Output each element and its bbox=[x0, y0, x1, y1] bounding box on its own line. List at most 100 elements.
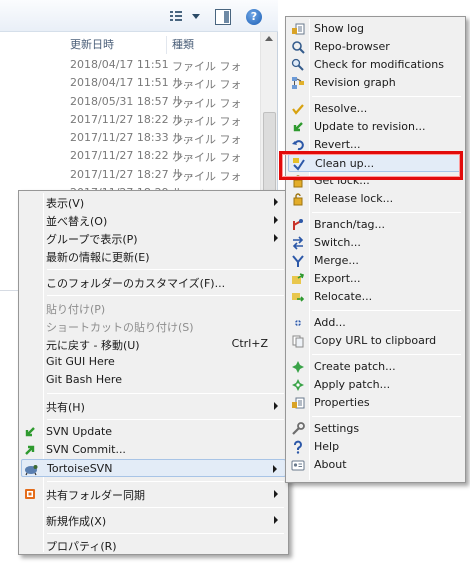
menu-item-add[interactable]: Add... bbox=[288, 314, 463, 332]
revision-graph-icon bbox=[292, 77, 304, 89]
show-log-icon bbox=[292, 23, 305, 35]
merge-icon bbox=[292, 255, 304, 267]
revert-icon bbox=[292, 140, 304, 151]
menu-item-copy-url[interactable]: Copy URL to clipboard bbox=[288, 332, 463, 350]
menu-item-label: 新規作成(X) bbox=[46, 515, 107, 528]
apply-patch-icon bbox=[292, 379, 304, 391]
change-view-button[interactable] bbox=[168, 9, 202, 25]
column-header-type[interactable]: 種類 bbox=[172, 36, 194, 54]
help-icon[interactable]: ? bbox=[246, 9, 262, 25]
menu-item-properties[interactable]: プロパティ(R) bbox=[21, 536, 286, 554]
file-date: 2017/11/27 18:22 bbox=[70, 149, 169, 163]
menu-item-svn-commit[interactable]: SVN Commit... bbox=[21, 441, 286, 459]
menu-item-properties[interactable]: Properties bbox=[288, 394, 463, 412]
file-row[interactable]: 2017/11/27 18:22 ファイル フォル... bbox=[0, 111, 260, 144]
menu-item-revision-graph[interactable]: Revision graph bbox=[288, 74, 463, 92]
file-row[interactable]: 2018/05/31 18:57 ファイル フォル... bbox=[0, 93, 260, 126]
menu-item-help[interactable]: Help bbox=[288, 438, 463, 456]
explorer-context-menu: 表示(V) 並べ替え(O) グループで表示(P) 最新の情報に更新(E) このフ… bbox=[18, 190, 289, 555]
menu-item-sync-shared-folder[interactable]: 共有フォルダー同期 bbox=[21, 485, 286, 503]
menu-item-label: 共有フォルダー同期 bbox=[46, 489, 145, 502]
help-icon bbox=[294, 440, 302, 454]
menu-item-label: Copy URL to clipboard bbox=[314, 334, 437, 347]
menu-item-share[interactable]: 共有(H) bbox=[21, 397, 286, 415]
menu-item-tortoisesvn[interactable]: TortoiseSVN bbox=[21, 459, 286, 477]
branch-tag-icon bbox=[293, 219, 303, 230]
explorer-toolbar: ? bbox=[0, 0, 278, 32]
create-patch-icon bbox=[292, 361, 304, 373]
submenu-arrow-icon bbox=[274, 198, 278, 206]
menu-item-merge[interactable]: Merge... bbox=[288, 252, 463, 270]
file-row[interactable]: 2018/04/17 11:51 ファイル フォル... bbox=[0, 56, 260, 89]
menu-item-settings[interactable]: Settings bbox=[288, 420, 463, 438]
preview-pane-button[interactable] bbox=[215, 9, 231, 25]
switch-icon bbox=[292, 236, 304, 250]
submenu-arrow-icon bbox=[273, 465, 277, 473]
details-view-icon bbox=[170, 11, 182, 21]
menu-item-label: Help bbox=[314, 440, 340, 453]
menu-item-new[interactable]: 新規作成(X) bbox=[21, 511, 286, 529]
menu-item-label: 最新の情報に更新(E) bbox=[46, 251, 150, 264]
menu-item-label: Check for modifications bbox=[314, 58, 444, 71]
menu-item-label: Git Bash Here bbox=[46, 373, 122, 386]
menu-item-group-by[interactable]: グループで表示(P) bbox=[21, 229, 286, 247]
menu-item-view[interactable]: 表示(V) bbox=[21, 193, 286, 211]
file-list: 2018/04/17 11:51 ファイル フォル... 2018/04/17 1… bbox=[0, 56, 260, 217]
file-row[interactable]: 2017/11/27 18:33 ファイル フォル... bbox=[0, 129, 260, 162]
menu-item-shortcut: Ctrl+Z bbox=[231, 337, 268, 350]
menu-item-sort-by[interactable]: 並べ替え(O) bbox=[21, 211, 286, 229]
file-date: 2017/11/27 18:33 bbox=[70, 131, 169, 145]
svn-commit-icon bbox=[25, 445, 35, 455]
menu-item-about[interactable]: About bbox=[288, 456, 463, 474]
menu-item-label: ショートカットの貼り付け(S) bbox=[46, 321, 194, 334]
menu-item-git-gui[interactable]: Git GUI Here bbox=[21, 353, 286, 371]
menu-item-check-modifications[interactable]: Check for modifications bbox=[288, 56, 463, 74]
menu-item-resolve[interactable]: Resolve... bbox=[288, 100, 463, 118]
menu-item-label: 表示(V) bbox=[46, 197, 85, 210]
tortoisesvn-icon bbox=[25, 465, 38, 476]
menu-item-customize-folder[interactable]: このフォルダーのカスタマイズ(F)... bbox=[21, 273, 286, 291]
submenu-arrow-icon bbox=[274, 490, 278, 498]
menu-item-refresh[interactable]: 最新の情報に更新(E) bbox=[21, 247, 286, 265]
menu-item-export[interactable]: Export... bbox=[288, 270, 463, 288]
file-row[interactable]: 2017/11/27 18:22 ファイル フォル... bbox=[0, 147, 260, 180]
file-row[interactable]: 2018/04/17 11:51 ファイル フォル... bbox=[0, 74, 260, 107]
submenu-arrow-icon bbox=[274, 402, 278, 410]
menu-item-label: Properties bbox=[314, 396, 370, 409]
menu-separator bbox=[312, 354, 461, 355]
menu-item-repo-browser[interactable]: Repo-browser bbox=[288, 38, 463, 56]
menu-separator bbox=[47, 393, 284, 394]
svn-update-icon bbox=[25, 427, 35, 437]
submenu-arrow-icon bbox=[274, 216, 278, 224]
about-icon bbox=[291, 460, 305, 471]
menu-item-git-bash[interactable]: Git Bash Here bbox=[21, 371, 286, 389]
menu-item-relocate[interactable]: Relocate... bbox=[288, 288, 463, 306]
settings-icon bbox=[292, 422, 305, 435]
menu-item-apply-patch[interactable]: Apply patch... bbox=[288, 376, 463, 394]
menu-item-label: Create patch... bbox=[314, 360, 396, 373]
menu-separator bbox=[312, 96, 461, 97]
menu-item-switch[interactable]: Switch... bbox=[288, 234, 463, 252]
menu-item-label: プロパティ(R) bbox=[46, 540, 117, 553]
menu-item-label: Revision graph bbox=[314, 76, 396, 89]
menu-item-label: 元に戻す - 移動(U) bbox=[46, 339, 140, 352]
menu-item-label: Add... bbox=[314, 316, 346, 329]
menu-item-update-to-revision[interactable]: Update to revision... bbox=[288, 118, 463, 136]
column-divider[interactable] bbox=[166, 36, 167, 54]
menu-item-release-lock[interactable]: Release lock... bbox=[288, 190, 463, 208]
menu-item-label: Apply patch... bbox=[314, 378, 391, 391]
file-row[interactable]: 2017/11/27 18:27ファイル フォル... bbox=[0, 166, 260, 199]
menu-item-branch-tag[interactable]: Branch/tag... bbox=[288, 216, 463, 234]
menu-item-label: Relocate... bbox=[314, 290, 373, 303]
menu-item-label: 共有(H) bbox=[46, 401, 85, 414]
menu-item-svn-update[interactable]: SVN Update bbox=[21, 423, 286, 441]
menu-separator bbox=[47, 533, 284, 534]
column-header-date-modified[interactable]: 更新日時 bbox=[70, 36, 114, 54]
menu-item-show-log[interactable]: Show log bbox=[288, 20, 463, 38]
properties-icon bbox=[292, 397, 305, 409]
menu-item-undo-move[interactable]: 元に戻す - 移動(U) Ctrl+Z bbox=[21, 335, 286, 353]
menu-item-create-patch[interactable]: Create patch... bbox=[288, 358, 463, 376]
scroll-up-icon[interactable] bbox=[265, 36, 273, 41]
update-to-revision-icon bbox=[293, 122, 303, 132]
menu-item-paste-shortcut: ショートカットの貼り付け(S) bbox=[21, 317, 286, 335]
